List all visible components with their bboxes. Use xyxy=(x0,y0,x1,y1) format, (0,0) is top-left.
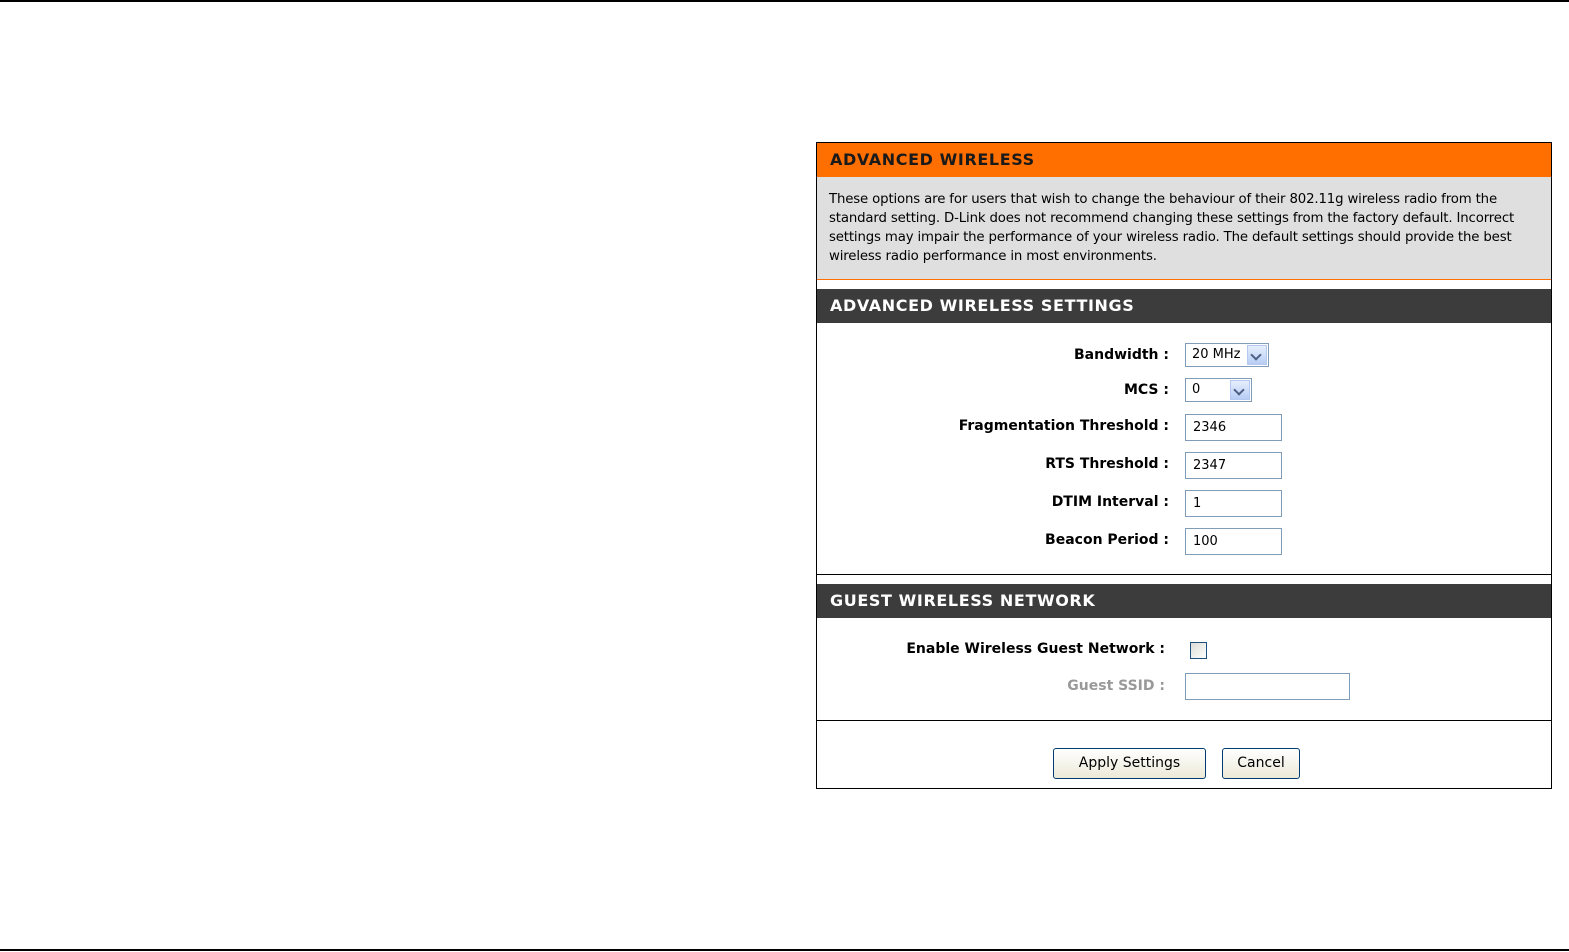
chevron-down-icon[interactable] xyxy=(1230,380,1250,400)
mcs-select[interactable]: 0 xyxy=(1185,378,1252,402)
advanced-wireless-settings-title: ADVANCED WIRELESS SETTINGS xyxy=(817,289,1551,323)
apply-settings-button[interactable]: Apply Settings xyxy=(1053,748,1206,779)
guest-wireless-network-title: GUEST WIRELESS NETWORK xyxy=(817,584,1551,618)
intro-line: wireless radio performance in most envir… xyxy=(829,249,1157,264)
advanced-wireless-panel: ADVANCED WIRELESS These options are for … xyxy=(816,142,1552,789)
intro-line: settings may impair the performance of y… xyxy=(829,230,1512,245)
page-bottom-rule xyxy=(0,949,1569,951)
mcs-value: 0 xyxy=(1192,382,1201,397)
enable-guest-network-checkbox[interactable] xyxy=(1190,642,1207,659)
fragmentation-threshold-input[interactable]: 2346 xyxy=(1185,414,1282,441)
rts-threshold-input[interactable]: 2347 xyxy=(1185,452,1282,479)
chevron-down-icon[interactable] xyxy=(1247,345,1267,365)
guest-ssid-input[interactable] xyxy=(1185,673,1350,700)
bandwidth-select[interactable]: 20 MHz xyxy=(1185,343,1269,367)
bandwidth-label: Bandwidth : xyxy=(1074,347,1169,363)
fragmentation-threshold-label: Fragmentation Threshold : xyxy=(958,418,1169,434)
beacon-period-input[interactable]: 100 xyxy=(1185,528,1282,555)
cancel-button[interactable]: Cancel xyxy=(1222,748,1300,779)
bandwidth-value: 20 MHz xyxy=(1192,347,1241,362)
intro-text: These options are for users that wish to… xyxy=(817,177,1551,280)
mcs-label: MCS : xyxy=(1123,382,1169,398)
section-divider xyxy=(817,720,1551,721)
intro-line: standard setting. D-Link does not recomm… xyxy=(829,211,1515,226)
beacon-period-label: Beacon Period : xyxy=(1045,532,1169,548)
dtim-interval-label: DTIM Interval : xyxy=(1051,494,1169,510)
rts-threshold-label: RTS Threshold : xyxy=(1045,456,1169,472)
dtim-interval-input[interactable]: 1 xyxy=(1185,490,1282,517)
intro-line: These options are for users that wish to… xyxy=(829,192,1497,207)
advanced-wireless-title: ADVANCED WIRELESS xyxy=(817,143,1551,177)
guest-ssid-label: Guest SSID : xyxy=(1067,678,1165,694)
enable-guest-network-label: Enable Wireless Guest Network : xyxy=(906,641,1165,657)
section-divider xyxy=(817,574,1551,575)
page-top-rule xyxy=(0,0,1569,2)
